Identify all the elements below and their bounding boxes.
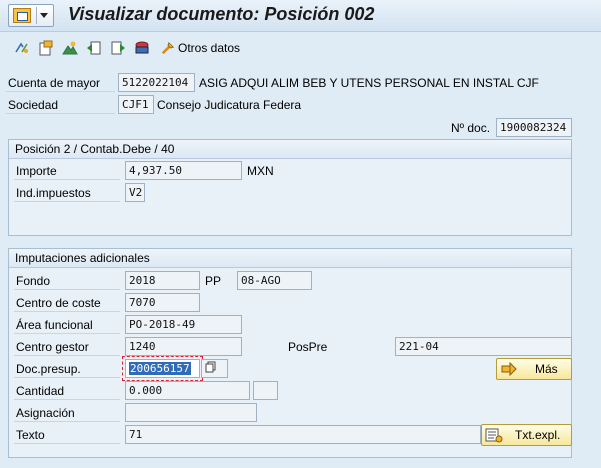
pp-label: PP [205,274,222,288]
pospre-field[interactable]: 221-04 [395,337,572,356]
area-funcional-label: Área funcional [16,318,93,332]
mas-button[interactable]: Más [496,358,572,380]
doc-presup-field[interactable]: 200656157 [125,359,200,378]
ndoc-label: Nº doc. [451,121,491,135]
cantidad-label: Cantidad [16,384,65,398]
document-header-icon[interactable] [38,40,54,56]
fondo-label: Fondo [16,274,51,288]
imputaciones-group-title: Imputaciones adicionales [9,249,571,268]
area-funcional-field[interactable]: PO-2018-49 [125,315,242,334]
menu-separator [36,7,37,24]
txt-expl-button[interactable]: Txt.expl. [481,424,572,446]
arrow-right-icon [501,362,517,376]
centro-gestor-field[interactable]: 1240 [125,337,242,356]
mas-label: Más [535,362,558,376]
cuenta-mayor-description: ASIG ADQUI ALIM BEB Y UTENS PERSONAL EN … [199,76,539,90]
sociedad-label: Sociedad [8,98,59,112]
posicion-group-title: Posición 2 / Contab.Debe / 40 [9,140,571,159]
ceco-field[interactable]: 7070 [125,293,200,312]
title-bar: Visualizar documento: Posición 002 [0,0,601,32]
indimp-field[interactable]: V2 [125,183,145,202]
doc-presup-position-field[interactable] [201,359,228,378]
texto-field[interactable]: 71 [125,425,481,444]
overview-icon[interactable] [62,40,78,56]
fondo-field[interactable]: 2018 [125,271,200,290]
next-item-icon[interactable] [110,40,126,56]
pospre-label: PosPre [288,340,328,354]
asignacion-field[interactable] [125,403,257,422]
doc-presup-selected-text: 200656157 [129,362,191,375]
tax-icon[interactable] [134,40,150,56]
text-icon [485,428,503,443]
additional-data-icon [161,41,175,55]
cantidad-field[interactable]: 0.000 [125,381,250,400]
ndoc-field[interactable]: 1900082324 [496,118,572,137]
asignacion-label: Asignación [16,406,75,420]
texto-label: Texto [16,428,45,442]
copy-icon [205,361,216,373]
centro-gestor-label: Centro gestor [16,340,89,354]
doc-presup-label: Doc.presup. [16,362,81,376]
application-toolbar: Otros datos [0,33,601,63]
cuenta-mayor-label: Cuenta de mayor [8,76,101,90]
previous-item-icon[interactable] [86,40,102,56]
otros-datos-label: Otros datos [178,41,241,55]
ceco-label: Centro de coste [16,296,101,310]
cuenta-mayor-field[interactable]: 5122022104 [118,73,195,92]
menu-icon [13,8,31,23]
importe-label: Importe [16,164,57,178]
chevron-down-icon [40,13,48,18]
page-title: Visualizar documento: Posición 002 [68,4,375,24]
unidad-field[interactable] [253,381,278,400]
indimp-label: Ind.impuestos [16,186,91,200]
otros-datos-button[interactable]: Otros datos [161,39,240,57]
txt-expl-label: Txt.expl. [515,428,561,442]
system-menu-button[interactable] [8,4,54,27]
importe-field[interactable]: 4,937.50 [125,161,242,180]
moneda-value: MXN [247,164,274,178]
pp-field[interactable]: 08-AGO [237,271,312,290]
sociedad-field[interactable]: CJF1 [118,95,154,114]
display-change-icon[interactable] [14,40,30,56]
sociedad-description: Consejo Judicatura Federa [157,98,302,112]
